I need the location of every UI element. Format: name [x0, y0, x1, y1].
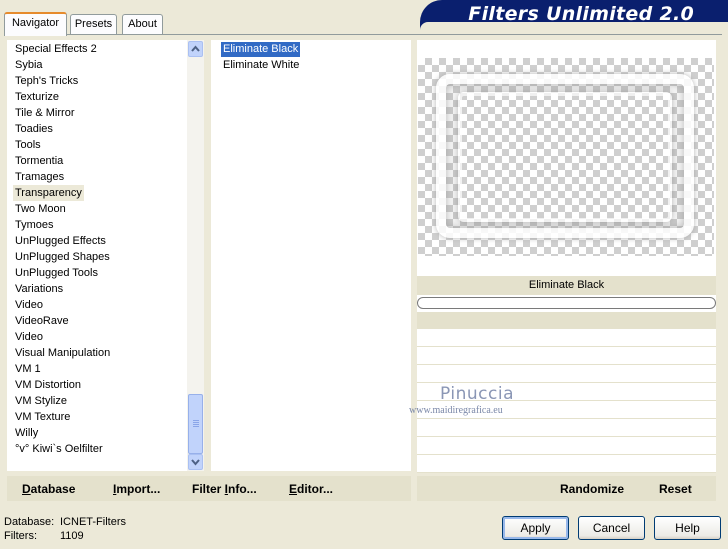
chevron-down-icon: [191, 459, 200, 466]
tab-presets[interactable]: Presets: [70, 14, 117, 34]
banner-title: Filters Unlimited 2.0: [468, 3, 694, 25]
cancel-button[interactable]: Cancel: [578, 516, 645, 540]
progress-bar: [417, 297, 716, 309]
category-item[interactable]: Teph's Tricks: [13, 73, 80, 89]
category-item[interactable]: Visual Manipulation: [13, 345, 112, 361]
category-item[interactable]: VM Texture: [13, 409, 72, 425]
control-row: [417, 420, 716, 437]
control-row: [417, 312, 716, 329]
scroll-down-button[interactable]: [188, 454, 203, 470]
category-item[interactable]: Texturize: [13, 89, 61, 105]
banner: Filters Unlimited 2.0: [420, 0, 728, 30]
category-item[interactable]: Video: [13, 297, 45, 313]
category-item[interactable]: Tile & Mirror: [13, 105, 76, 121]
apply-button[interactable]: Apply: [502, 516, 569, 540]
filters-count: 1109: [60, 530, 84, 542]
category-item[interactable]: Variations: [13, 281, 65, 297]
control-row: [417, 438, 716, 455]
filter-list[interactable]: [211, 40, 411, 471]
database-button[interactable]: Database: [22, 482, 75, 496]
category-item[interactable]: UnPlugged Tools: [13, 265, 100, 281]
scroll-thumb[interactable]: [188, 394, 203, 454]
filters-label: Filters:: [4, 530, 37, 542]
control-row: [417, 366, 716, 383]
help-button[interactable]: Help: [654, 516, 721, 540]
reset-button[interactable]: Reset: [659, 482, 692, 496]
control-row: [417, 348, 716, 365]
category-item[interactable]: VideoRave: [13, 313, 71, 329]
category-item[interactable]: °v° Kiwi`s Oelfilter: [13, 441, 105, 457]
category-item[interactable]: Sybia: [13, 57, 45, 73]
preview-filter-label: Eliminate Black: [417, 276, 716, 295]
category-item[interactable]: Tormentia: [13, 153, 65, 169]
category-item[interactable]: VM Stylize: [13, 393, 69, 409]
watermark-url: www.maidiregrafica.eu: [409, 405, 503, 416]
control-row: [417, 456, 716, 473]
chevron-up-icon: [191, 45, 200, 52]
control-row: [417, 330, 716, 347]
category-item[interactable]: Toadies: [13, 121, 55, 137]
category-item[interactable]: VM Distortion: [13, 377, 83, 393]
randomize-button[interactable]: Randomize: [560, 482, 624, 496]
tab-panel-border: [4, 34, 722, 35]
database-label: Database:: [4, 516, 55, 528]
frame-inner: [458, 92, 672, 222]
editor-button[interactable]: Editor...: [289, 482, 333, 496]
preview-image: [418, 58, 714, 256]
filter-item-eliminate-black[interactable]: Eliminate Black: [221, 42, 301, 57]
watermark-name: Pinuccia: [440, 384, 514, 404]
category-item[interactable]: Transparency: [13, 185, 84, 201]
category-item[interactable]: Tools: [13, 137, 43, 153]
category-item[interactable]: Willy: [13, 425, 40, 441]
filter-info-button[interactable]: Filter Info...: [192, 482, 257, 496]
database-value: ICNET-Filters: [60, 516, 126, 528]
tab-about[interactable]: About: [122, 14, 163, 34]
category-item[interactable]: Special Effects 2: [13, 41, 99, 57]
category-item[interactable]: UnPlugged Effects: [13, 233, 108, 249]
category-item[interactable]: Two Moon: [13, 201, 68, 217]
category-item[interactable]: UnPlugged Shapes: [13, 249, 112, 265]
category-item[interactable]: VM 1: [13, 361, 43, 377]
category-item[interactable]: Tymoes: [13, 217, 56, 233]
tab-navigator[interactable]: Navigator: [4, 12, 67, 36]
scroll-up-button[interactable]: [188, 41, 203, 57]
filter-item-eliminate-white[interactable]: Eliminate White: [221, 58, 301, 73]
import-button[interactable]: Import...: [113, 482, 160, 496]
category-item[interactable]: Video: [13, 329, 45, 345]
category-item[interactable]: Tramages: [13, 169, 66, 185]
